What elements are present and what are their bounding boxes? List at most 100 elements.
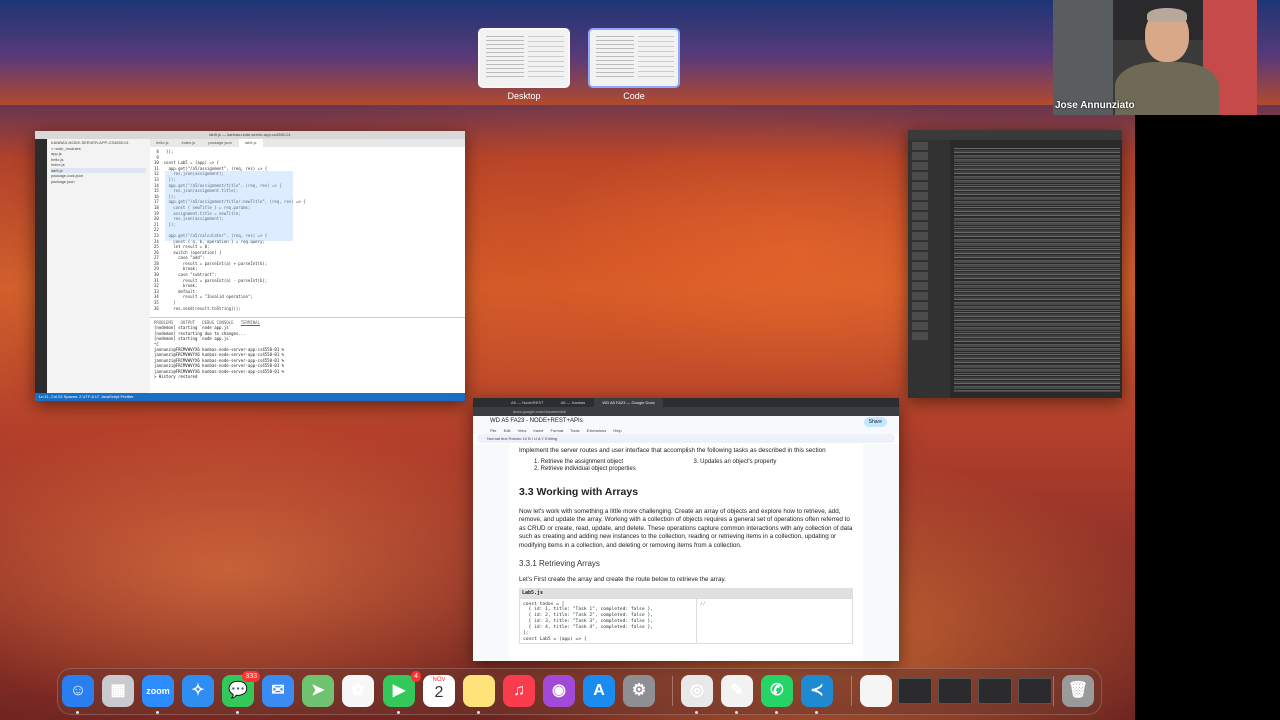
- safari-glyph: ✧: [191, 682, 205, 699]
- dock-separator: [1053, 676, 1054, 706]
- running-indicator: [156, 711, 159, 714]
- notes-glyph: [463, 675, 495, 707]
- tab-package-json[interactable]: package.json: [202, 139, 238, 147]
- mail-icon[interactable]: ✉: [262, 675, 294, 707]
- minimized-window-thumbnail[interactable]: [938, 678, 972, 704]
- document-glyph: [860, 675, 892, 707]
- vscode-glyph: ≺: [810, 682, 824, 699]
- notification-badge: 333: [242, 671, 260, 682]
- safari-icon[interactable]: ✧: [182, 675, 214, 707]
- minimized-window-thumbnail[interactable]: [978, 678, 1012, 704]
- zoom-glyph: zoom: [146, 686, 170, 696]
- menu-insert[interactable]: Insert: [533, 428, 543, 433]
- facetime-icon[interactable]: ▶ 4: [383, 671, 421, 707]
- trash-glyph: 🗑: [1067, 682, 1089, 699]
- launchpad-icon[interactable]: ▦: [102, 675, 134, 707]
- zoom-icon[interactable]: zoom: [142, 675, 174, 707]
- doc-title[interactable]: WD A5 FA23 - NODE+REST+APIs: [490, 418, 583, 424]
- menu-extensions[interactable]: Extensions: [587, 428, 607, 433]
- vscode-title: lab5.js — kanbas-node-server-app-cs4550-…: [35, 131, 465, 139]
- doc-menubar[interactable]: File Edit View Insert Format Tools Exten…: [473, 427, 899, 434]
- browser-tab[interactable]: A5 — Node/REST: [503, 398, 551, 407]
- music-glyph: ♫: [513, 682, 525, 699]
- finder-window[interactable]: [908, 130, 1122, 398]
- calendar-icon[interactable]: NOV 2: [423, 675, 455, 707]
- code-comment: //: [700, 601, 706, 607]
- menu-format[interactable]: Format: [550, 428, 563, 433]
- running-indicator: [815, 711, 818, 714]
- running-indicator: [735, 711, 738, 714]
- vscode-window[interactable]: lab5.js — kanbas-node-server-app-cs4550-…: [35, 131, 465, 401]
- doc-toolbar[interactable]: Normal text Roboto 10 B I U A ≡ Editing: [477, 434, 895, 443]
- launchpad-glyph: ▦: [110, 682, 126, 699]
- tab-index[interactable]: index.js: [176, 139, 202, 147]
- address-bar[interactable]: docs.google.com/document/d/: [473, 407, 899, 416]
- chrome-glyph: ◎: [690, 682, 704, 699]
- vscode-icon[interactable]: ≺: [801, 675, 833, 707]
- browser-tab[interactable]: A5 — Kanbas: [553, 398, 594, 407]
- running-indicator: [397, 711, 400, 714]
- intro-text: Implement the server routes and user int…: [519, 447, 826, 454]
- editor-tabs[interactable]: hello.js index.js package.json lab5.js: [150, 139, 465, 147]
- minimized-window-thumbnail[interactable]: [1018, 678, 1052, 704]
- messages-icon[interactable]: 💬 333: [222, 671, 260, 707]
- space-thumbnail-desktop[interactable]: [478, 28, 570, 88]
- share-button[interactable]: Share: [863, 417, 887, 427]
- browser-tab[interactable]: WD A5 FA23 — Google Docs: [594, 398, 663, 407]
- tab-lab5[interactable]: lab5.js: [238, 139, 263, 147]
- whatsapp-icon[interactable]: ✆: [761, 675, 793, 707]
- screen-margin: [1135, 115, 1280, 720]
- space-label-code: Code: [623, 91, 645, 101]
- finder-toolbar[interactable]: [908, 130, 1122, 140]
- menu-tools[interactable]: Tools: [570, 428, 579, 433]
- menu-file[interactable]: File: [490, 428, 496, 433]
- terminal-panel[interactable]: PROBLEMS OUTPUT DEBUG CONSOLE TERMINAL […: [150, 317, 465, 393]
- textedit-icon[interactable]: ✎: [721, 675, 753, 707]
- app-store-glyph: A: [593, 682, 605, 699]
- running-indicator: [477, 711, 480, 714]
- code-filename: Lab5.js: [519, 587, 853, 598]
- maps-icon[interactable]: ➤: [302, 675, 334, 707]
- task-item: 3. Updates an object's property: [693, 458, 777, 465]
- trash-icon[interactable]: 🗑: [1062, 675, 1094, 707]
- chrome-icon[interactable]: ◎: [681, 675, 713, 707]
- app-store-icon[interactable]: A: [583, 675, 615, 707]
- explorer-item[interactable]: package.json: [51, 179, 146, 185]
- doc-page[interactable]: Implement the server routes and user int…: [509, 444, 863, 661]
- code-line: const Lab5 = (app) => {: [523, 636, 587, 642]
- music-icon[interactable]: ♫: [503, 675, 535, 707]
- finder-icon[interactable]: ☺: [62, 675, 94, 707]
- minimized-window-thumbnail[interactable]: [898, 678, 932, 704]
- code-line[interactable]: 36 res.send(result.toString());: [154, 306, 465, 312]
- notification-badge: 4: [411, 671, 421, 682]
- photos-icon[interactable]: ✿: [342, 675, 374, 707]
- menu-help[interactable]: Help: [613, 428, 621, 433]
- finder-file-list[interactable]: [954, 148, 1120, 392]
- running-indicator: [695, 711, 698, 714]
- explorer-sidebar[interactable]: KANBAS-NODE-SERVER-APP-CS4550-01 > node_…: [47, 139, 150, 393]
- dock-separator: [851, 676, 852, 706]
- menu-edit[interactable]: Edit: [504, 428, 511, 433]
- tab-hello[interactable]: hello.js: [150, 139, 174, 147]
- space-label-desktop: Desktop: [507, 91, 541, 101]
- activity-bar[interactable]: [35, 139, 47, 393]
- finder-sidebar[interactable]: [908, 140, 950, 398]
- system-settings-icon[interactable]: ⚙: [623, 675, 655, 707]
- terminal-line: > History restored: [154, 374, 198, 380]
- browser-tabs[interactable]: A5 — Node/REST A5 — Kanbas WD A5 FA23 — …: [473, 398, 899, 407]
- photos-glyph: ✿: [351, 682, 365, 699]
- status-bar: Ln 11, Col 23 Spaces: 2 UTF-8 LF JavaScr…: [35, 393, 465, 401]
- finder-glyph: ☺: [69, 682, 87, 699]
- menu-view[interactable]: View: [518, 428, 527, 433]
- task-item: 1. Retrieve the assignment object: [534, 458, 624, 465]
- code-block: const todos = [ { id: 1, title: "Task 1"…: [519, 597, 853, 644]
- webcam-overlay: Jose Annunziato: [1053, 0, 1257, 115]
- notes-icon[interactable]: [463, 675, 495, 707]
- running-indicator: [775, 711, 778, 714]
- document-icon[interactable]: [860, 675, 892, 707]
- space-thumbnail-code[interactable]: [588, 28, 680, 88]
- subsection-paragraph: Let's First create the array and create …: [519, 576, 726, 583]
- chrome-docs-window[interactable]: A5 — Node/REST A5 — Kanbas WD A5 FA23 — …: [473, 398, 899, 661]
- maps-glyph: ➤: [311, 682, 325, 699]
- podcasts-icon[interactable]: ◉: [543, 675, 575, 707]
